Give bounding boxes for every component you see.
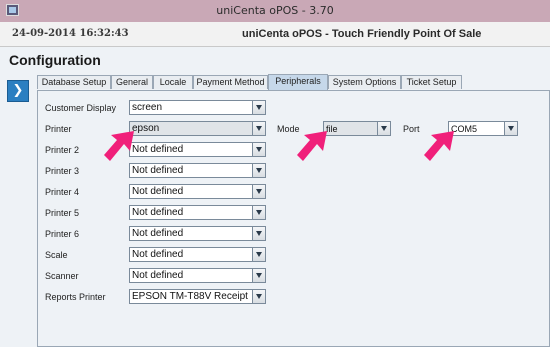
chevron-down-icon: [252, 248, 265, 261]
main-content: Configuration ❯ Database Setup General L…: [0, 47, 550, 347]
mode-label: Mode: [277, 124, 300, 134]
printer-5-value: Not defined: [132, 207, 184, 218]
printer-6-label: Printer 6: [45, 229, 80, 239]
chevron-down-icon: [252, 206, 265, 219]
collapse-sidebar-icon: ❯: [12, 83, 24, 98]
tab-general[interactable]: General: [111, 75, 153, 89]
page-title: Configuration: [9, 52, 101, 68]
customer-display-select[interactable]: screen: [129, 100, 266, 115]
collapse-sidebar-button[interactable]: ❯: [7, 80, 29, 102]
scale-value: Not defined: [132, 249, 184, 260]
scanner-select[interactable]: Not defined: [129, 268, 266, 283]
tab-ticket-setup[interactable]: Ticket Setup: [401, 75, 462, 89]
printer-3-label: Printer 3: [45, 166, 80, 176]
chevron-down-icon: [252, 269, 265, 282]
chevron-down-icon: [252, 101, 265, 114]
app-name-label: uniCenta oPOS - Touch Friendly Point Of …: [242, 28, 482, 40]
printer-4-value: Not defined: [132, 186, 184, 197]
port-value: COM5: [451, 124, 478, 134]
chevron-down-icon: [504, 122, 517, 135]
printer-2-select[interactable]: Not defined: [129, 142, 266, 157]
scanner-value: Not defined: [132, 270, 184, 281]
port-label: Port: [403, 124, 420, 134]
app-header: 24-09-2014 16:32:43 uniCenta oPOS - Touc…: [0, 22, 550, 47]
reports-printer-label: Reports Printer: [45, 292, 106, 302]
printer-5-select[interactable]: Not defined: [129, 205, 266, 220]
customer-display-value: screen: [132, 102, 163, 113]
printer-4-label: Printer 4: [45, 187, 80, 197]
chevron-down-icon: [377, 122, 390, 135]
peripherals-panel: Customer Display screen Printer epson Mo…: [37, 90, 550, 347]
customer-display-label: Customer Display: [45, 103, 117, 113]
printer-2-value: Not defined: [132, 144, 184, 155]
printer-3-select[interactable]: Not defined: [129, 163, 266, 178]
printer-select[interactable]: epson: [129, 121, 266, 136]
tab-locale[interactable]: Locale: [153, 75, 193, 89]
printer-label: Printer: [45, 124, 72, 134]
window-titlebar: uniCenta oPOS - 3.70: [0, 0, 550, 22]
port-select[interactable]: COM5: [448, 121, 518, 136]
chevron-down-icon: [252, 143, 265, 156]
tab-system-options[interactable]: System Options: [328, 75, 401, 89]
mode-value: file: [326, 124, 338, 134]
printer-value: epson: [132, 123, 160, 134]
chevron-down-icon: [252, 122, 265, 135]
chevron-down-icon: [252, 164, 265, 177]
tab-peripherals[interactable]: Peripherals: [268, 74, 328, 90]
scanner-label: Scanner: [45, 271, 79, 281]
printer-4-select[interactable]: Not defined: [129, 184, 266, 199]
printer-6-value: Not defined: [132, 228, 184, 239]
window-title: uniCenta oPOS - 3.70: [216, 4, 334, 17]
reports-printer-select[interactable]: EPSON TM-T88V Receipt: [129, 289, 266, 304]
printer-6-select[interactable]: Not defined: [129, 226, 266, 241]
mode-select[interactable]: file: [323, 121, 391, 136]
tab-payment-method[interactable]: Payment Method: [193, 75, 268, 89]
chevron-down-icon: [252, 290, 265, 303]
scale-label: Scale: [45, 250, 68, 260]
printer-2-label: Printer 2: [45, 145, 80, 155]
scale-select[interactable]: Not defined: [129, 247, 266, 262]
chevron-down-icon: [252, 185, 265, 198]
printer-5-label: Printer 5: [45, 208, 80, 218]
chevron-down-icon: [252, 227, 265, 240]
tab-database-setup[interactable]: Database Setup: [37, 75, 111, 89]
reports-printer-value: EPSON TM-T88V Receipt: [132, 291, 248, 302]
datetime-label: 24-09-2014 16:32:43: [12, 28, 129, 39]
printer-3-value: Not defined: [132, 165, 184, 176]
